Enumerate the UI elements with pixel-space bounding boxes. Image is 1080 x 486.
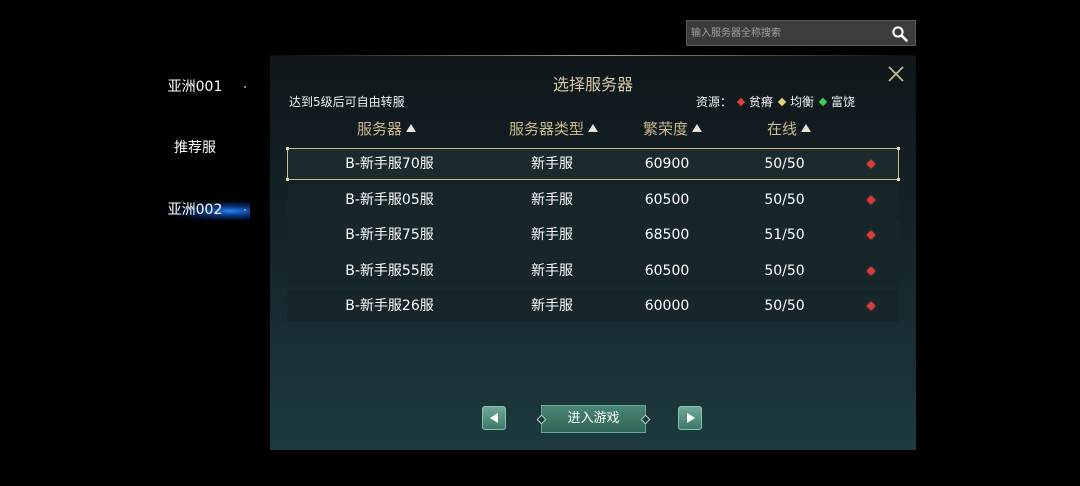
server-row[interactable]: B-新手服75服 新手服 68500 51/50	[287, 219, 899, 251]
enter-game-label: 进入游戏	[567, 411, 620, 426]
server-row[interactable]: B-新手服55服 新手服 60500 50/50	[287, 254, 899, 287]
prev-page-button[interactable]	[482, 406, 506, 430]
server-prosperity: 60500	[644, 191, 690, 208]
button-ornament	[536, 414, 547, 425]
divider-dot	[244, 209, 246, 211]
server-prosperity: 60500	[644, 262, 690, 279]
column-header-label: 繁荣度	[643, 120, 689, 138]
region-tab-asia001[interactable]: 亚洲001	[140, 72, 250, 102]
server-search-box	[686, 20, 916, 46]
server-prosperity: 60000	[644, 298, 690, 314]
selection-corner	[897, 178, 900, 181]
search-input[interactable]	[689, 23, 883, 43]
diamond-icon	[818, 97, 828, 106]
diamond-icon	[736, 97, 746, 106]
column-header-server[interactable]: 服务器	[357, 118, 417, 139]
region-tab-label: 亚洲002	[167, 202, 223, 218]
server-online: 50/50	[764, 262, 805, 279]
server-name: B-新手服75服	[345, 227, 434, 243]
diamond-icon	[866, 301, 876, 311]
region-tab-recommended[interactable]: 推荐服	[140, 133, 250, 163]
legend-item-poor: 贫瘠	[749, 95, 774, 109]
sort-up-icon	[588, 124, 599, 132]
server-online: 51/50	[764, 227, 805, 243]
server-row[interactable]: B-新手服70服 新手服 60900 50/50	[286, 147, 900, 181]
legend-item-balanced: 均衡	[790, 95, 815, 109]
server-type: 新手服	[531, 227, 573, 243]
region-tab-asia002[interactable]: 亚洲002	[140, 195, 250, 225]
legend-label: 资源：	[696, 95, 733, 109]
server-type: 新手服	[531, 298, 573, 314]
server-row[interactable]: B-新手服26服 新手服 60000 50/50	[287, 290, 899, 322]
column-header-online[interactable]: 在线	[767, 118, 812, 139]
column-header-prosperity[interactable]: 繁荣度	[643, 118, 703, 139]
column-header-label: 在线	[767, 120, 798, 138]
selection-corner	[897, 147, 900, 150]
button-ornament	[640, 414, 651, 425]
server-name: B-新手服26服	[345, 298, 434, 314]
server-prosperity: 60900	[644, 156, 690, 172]
server-name: B-新手服70服	[345, 156, 434, 172]
next-page-button[interactable]	[678, 406, 702, 430]
server-list: B-新手服70服 新手服 60900 50/50 B-新手服05服 新手服 60…	[286, 147, 900, 326]
server-type: 新手服	[531, 262, 573, 279]
divider-dot	[244, 86, 246, 88]
server-type: 新手服	[531, 191, 573, 208]
arrow-left-icon	[490, 413, 498, 423]
enter-game-button[interactable]: 进入游戏	[536, 405, 651, 433]
server-row[interactable]: B-新手服05服 新手服 60500 50/50	[287, 183, 899, 216]
region-tab-label: 亚洲001	[167, 79, 223, 95]
server-online: 50/50	[764, 191, 805, 208]
diamond-icon	[866, 195, 876, 204]
diamond-icon	[866, 159, 876, 169]
sort-up-icon	[801, 124, 812, 132]
sort-up-icon	[406, 124, 417, 132]
transfer-hint: 达到5级后可自由转服	[289, 95, 405, 109]
column-header-label: 服务器	[357, 120, 403, 138]
server-online: 50/50	[764, 156, 805, 172]
arrow-right-icon	[687, 413, 695, 423]
server-online: 50/50	[764, 298, 805, 314]
region-tab-label: 推荐服	[174, 140, 216, 156]
server-name: B-新手服55服	[345, 262, 434, 279]
server-select-panel: 选择服务器 达到5级后可自由转服 资源： 贫瘠 均衡 富饶 服务器 服务器类型 繁荣度…	[270, 56, 916, 450]
resource-legend: 资源： 贫瘠 均衡 富饶	[696, 93, 855, 110]
sort-up-icon	[692, 124, 703, 132]
column-header-type[interactable]: 服务器类型	[509, 118, 599, 139]
server-type: 新手服	[531, 156, 573, 172]
legend-item-rich: 富饶	[831, 95, 856, 109]
diamond-icon	[777, 97, 787, 106]
server-name: B-新手服05服	[345, 191, 434, 208]
search-icon[interactable]	[891, 25, 909, 43]
diamond-icon	[866, 230, 876, 240]
close-icon[interactable]	[886, 64, 906, 84]
panel-title: 选择服务器	[552, 75, 633, 94]
column-header-label: 服务器类型	[509, 120, 585, 138]
server-prosperity: 68500	[644, 227, 690, 243]
diamond-icon	[866, 266, 876, 275]
